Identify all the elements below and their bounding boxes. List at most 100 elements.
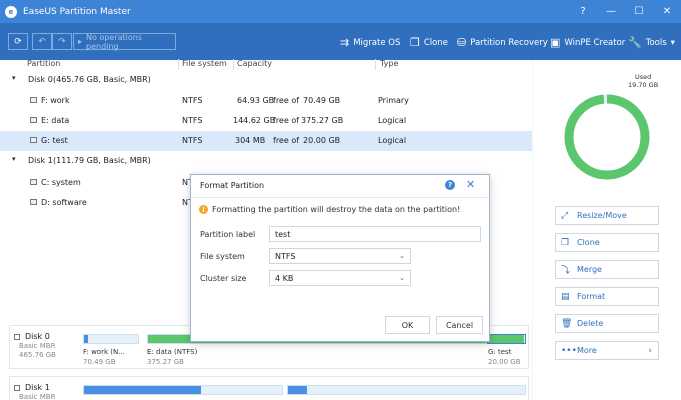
merge-button[interactable]: ⤵ Merge: [555, 260, 659, 279]
disk-info: (111.79 GB, Basic, MBR): [53, 156, 151, 165]
segment-bar-g-test[interactable]: [487, 334, 526, 344]
close-window-button[interactable]: ✕: [653, 0, 681, 23]
partition-total: 70.49 GB: [303, 96, 341, 105]
used-legend: Used 19.70 GB: [628, 73, 658, 89]
partition-name: D: software: [41, 198, 87, 207]
segment-usage-fill: [84, 335, 89, 343]
partition-row[interactable]: E: data NTFS 144.62 GB free of 375.27 GB…: [0, 111, 532, 131]
app-logo-icon: e: [5, 5, 17, 18]
refresh-icon: ⟳: [14, 36, 22, 47]
drive-icon: [30, 117, 37, 123]
segment-bar-f-work[interactable]: [83, 334, 139, 344]
diskmap-disk1: Disk 1 Basic MBR: [9, 376, 529, 400]
format-label: Format: [577, 292, 606, 301]
segment-size: 20.00 GB: [488, 358, 521, 366]
more-button[interactable]: ••• More ›: [555, 341, 659, 360]
minimize-button[interactable]: —: [597, 0, 625, 23]
drive-icon: [30, 137, 37, 143]
disk-icon: [14, 385, 20, 391]
partition-label-value: test: [275, 229, 291, 239]
total-value: 20.00 GB: [591, 136, 623, 144]
diskmap-disk-type: Basic MBR: [19, 342, 56, 350]
diskmap-disk-name: Disk 1: [25, 383, 50, 392]
segment-label: G: test: [488, 348, 512, 356]
filesystem-label: File system: [200, 252, 245, 261]
clone-tool-button[interactable]: ❐ Clone: [410, 36, 448, 49]
drive-icon: [30, 199, 37, 205]
partition-total: 375.27 GB: [301, 116, 344, 125]
donut-total: Total 20.00 GB: [562, 128, 652, 144]
collapse-chevron-icon: ▾: [12, 155, 16, 163]
disk-row-disk1[interactable]: ▾ Disk 1 (111.79 GB, Basic, MBR): [0, 151, 532, 171]
used-value: 19.70 GB: [628, 81, 659, 89]
format-button[interactable]: ▤ Format: [555, 287, 659, 306]
maximize-button[interactable]: ☐: [625, 0, 653, 23]
redo-icon: ↷: [58, 36, 66, 47]
window-controls: ? — ☐ ✕: [569, 0, 681, 23]
partition-type: Primary: [378, 96, 409, 105]
delete-button[interactable]: 🗑 Delete: [555, 314, 659, 333]
filesystem-select[interactable]: NTFS ⌄: [269, 248, 411, 264]
disk-row-disk0[interactable]: ▾ Disk 0 (465.76 GB, Basic, MBR): [0, 70, 532, 90]
resize-move-icon: ⤢: [561, 210, 569, 221]
clone-tool-label: Clone: [423, 37, 448, 48]
partition-total: 20.00 GB: [303, 136, 341, 145]
delete-icon: 🗑: [561, 318, 573, 329]
tools-chevron-icon: ▾: [670, 37, 675, 48]
tools-icon: 🔧: [628, 36, 642, 49]
winpe-creator-icon: ▣: [550, 36, 561, 49]
pending-operations-button[interactable]: ▸ No operations pending: [73, 33, 176, 51]
cluster-size-label: Cluster size: [200, 274, 247, 283]
title-bar: e EaseUS Partition Master ? — ☐ ✕: [0, 0, 681, 23]
dialog-title: Format Partition: [200, 181, 265, 190]
partition-name: F: work: [41, 96, 70, 105]
diskmap-disk-type: Basic MBR: [19, 393, 56, 400]
drive-icon: [30, 179, 37, 185]
pending-icon: ▸: [78, 37, 83, 46]
clone-action-button[interactable]: ❐ Clone: [555, 233, 659, 252]
diskmap-disk-label: Disk 0 Basic MBR 465.76 GB: [14, 332, 79, 359]
undo-icon: ↶: [38, 36, 46, 47]
partition-free: 64.93 GB: [237, 96, 275, 105]
tools-label: Tools: [645, 37, 667, 48]
format-partition-dialog: Format Partition ? ✕ ! Formatting the pa…: [190, 174, 490, 342]
redo-button[interactable]: ↷: [52, 33, 72, 50]
delete-label: Delete: [577, 319, 604, 328]
ok-button[interactable]: OK: [385, 316, 430, 334]
migrate-os-label: Migrate OS: [353, 37, 401, 48]
col-header-partition: Partition: [27, 59, 61, 68]
segment-bar-d-software[interactable]: [287, 385, 526, 395]
segment-label: F: work (N...: [83, 348, 125, 356]
disk-icon: [14, 334, 20, 340]
partition-label-input[interactable]: test: [269, 226, 481, 242]
format-icon: ▤: [561, 291, 570, 302]
undo-button[interactable]: ↶: [32, 33, 52, 50]
tools-button[interactable]: 🔧 Tools ▾: [628, 36, 675, 49]
col-separator: [375, 59, 376, 70]
segment-bar-c-system[interactable]: [83, 385, 283, 395]
segment-usage-fill: [84, 386, 201, 394]
partition-type: Logical: [378, 136, 407, 145]
partition-recovery-button[interactable]: ⛁ Partition Recovery: [457, 36, 548, 49]
migrate-os-icon: ⇉: [340, 36, 350, 49]
help-window-button[interactable]: ?: [569, 0, 597, 23]
partition-name: E: data: [41, 116, 70, 125]
details-panel: Used 19.70 GB Total 20.00 GB ⤢ Resize/Mo…: [533, 60, 681, 400]
cluster-size-select[interactable]: 4 KB ⌄: [269, 270, 411, 286]
disk-label: Disk 1: [28, 156, 53, 165]
winpe-creator-button[interactable]: ▣ WinPE Creator: [550, 36, 625, 49]
col-header-capacity: Capacity: [237, 59, 272, 68]
refresh-button[interactable]: ⟳: [8, 33, 28, 50]
migrate-os-button[interactable]: ⇉ Migrate OS: [340, 36, 400, 49]
resize-move-button[interactable]: ⤢ Resize/Move: [555, 206, 659, 225]
partition-row-selected[interactable]: G: test NTFS 304 MB free of 20.00 GB Log…: [0, 131, 532, 151]
merge-icon: ⤵: [561, 266, 571, 276]
chevron-down-icon: ⌄: [399, 252, 405, 260]
partition-row[interactable]: F: work NTFS 64.93 GB free of 70.49 GB P…: [0, 91, 532, 111]
help-icon[interactable]: ?: [445, 180, 455, 190]
cluster-size-value: 4 KB: [275, 273, 294, 283]
clone-action-label: Clone: [577, 238, 600, 247]
close-icon[interactable]: ✕: [466, 178, 475, 191]
cancel-button[interactable]: Cancel: [436, 316, 483, 334]
diskmap-disk-size: 465.76 GB: [19, 351, 56, 359]
